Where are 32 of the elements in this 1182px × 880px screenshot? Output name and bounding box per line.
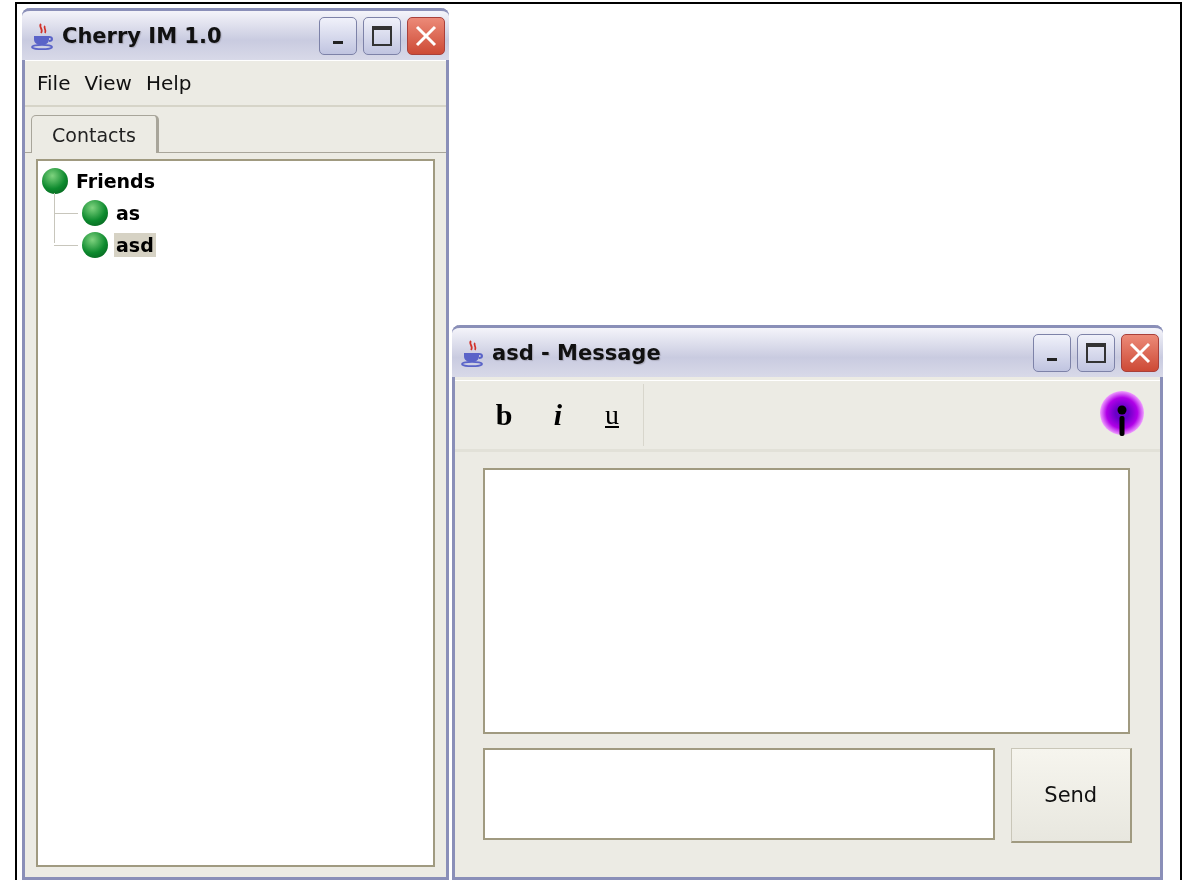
minimize-button[interactable]	[319, 16, 357, 55]
contact-name[interactable]: asd	[114, 233, 156, 257]
send-button[interactable]: Send	[1010, 748, 1132, 843]
underline-button[interactable]: u	[585, 398, 639, 432]
maximize-icon	[371, 24, 393, 47]
java-cup-icon	[30, 21, 56, 50]
italic-button[interactable]: i	[531, 398, 585, 432]
java-cup-icon	[460, 338, 486, 367]
status-dot-icon	[82, 232, 108, 258]
status-dot-icon	[42, 168, 68, 194]
maximize-button[interactable]	[363, 16, 401, 55]
menu-item[interactable]: File	[31, 69, 77, 97]
close-button[interactable]	[1121, 333, 1159, 372]
message-input-field[interactable]	[483, 748, 995, 840]
minimize-button[interactable]	[1033, 333, 1071, 372]
minimize-icon	[333, 41, 343, 44]
close-icon	[1128, 340, 1152, 365]
bold-button[interactable]: b	[477, 398, 531, 432]
menu-item[interactable]: View	[78, 69, 138, 97]
close-icon	[414, 23, 438, 48]
maximize-icon	[1085, 341, 1107, 364]
menu-item[interactable]: Help	[139, 69, 198, 97]
window-title: asd - Message	[492, 340, 662, 365]
group-name[interactable]: Friends	[74, 169, 157, 193]
contact-name[interactable]: as	[114, 201, 143, 225]
status-dot-icon	[82, 200, 108, 226]
maximize-button[interactable]	[1077, 333, 1115, 372]
window-title: Cherry IM 1.0	[62, 23, 223, 48]
minimize-icon	[1047, 358, 1057, 361]
close-button[interactable]	[407, 16, 445, 55]
info-icon[interactable]	[1098, 391, 1146, 439]
tab[interactable]: Contacts	[31, 115, 159, 153]
